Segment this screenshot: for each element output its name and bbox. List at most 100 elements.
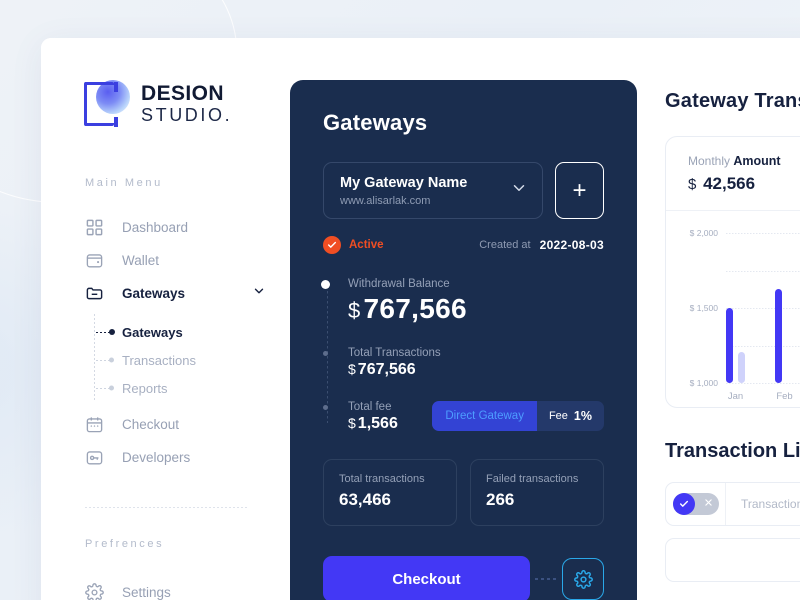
fee-display: Fee 1% <box>536 401 604 431</box>
stat-label: Total fee <box>348 401 392 413</box>
bar-chart: $ 0$ 500$ 1,000$ 1,500$ 2,000 JanFeb <box>666 211 800 407</box>
transaction-toggle-cell <box>666 483 726 525</box>
chart-bar <box>726 308 733 383</box>
chart-bars <box>726 233 782 383</box>
chevron-down-icon[interactable] <box>252 284 266 303</box>
sidebar-item-label: Dashboard <box>122 220 189 235</box>
chart-bar-group <box>775 233 782 383</box>
sidebar-item-label: Developers <box>122 450 191 465</box>
sidebar-item-label: Checkout <box>122 417 180 432</box>
calendar-icon <box>85 415 104 434</box>
sidebar-item-developers[interactable]: Developers <box>82 441 290 474</box>
gateway-stats: Withdrawal Balance $767,566 Total Transa… <box>321 278 604 433</box>
stat-number: 767,566 <box>363 293 467 324</box>
checkout-button[interactable]: Checkout <box>323 556 530 600</box>
stat-number: 1,566 <box>357 415 398 432</box>
transaction-id-label[interactable]: Transaction ID <box>726 497 800 511</box>
sidebar-subitem-label: Transactions <box>122 352 196 368</box>
chart-header-prefix: Monthly <box>688 154 731 168</box>
checkout-row: Checkout <box>323 556 604 600</box>
stat-total-transactions: Total Transactions $767,566 <box>323 347 604 379</box>
gateway-select[interactable]: My Gateway Name www.alisarlak.com <box>323 162 543 219</box>
fee-pill: Direct Gateway Fee 1% <box>432 401 604 431</box>
mini-stats-row: Total transactions 63,466 Failed transac… <box>323 459 604 526</box>
close-icon <box>704 498 713 510</box>
fee-label: Fee <box>548 410 568 422</box>
chart-y-tick: $ 1,500 <box>689 303 718 313</box>
currency-symbol: $ <box>348 298 361 323</box>
chart-header-strong: Amount <box>733 154 781 168</box>
chart-card: Monthly Amount $ 42,566 $ 0$ 500$ 1,000$… <box>665 136 800 408</box>
created-at-label: Created at <box>479 239 531 251</box>
chart-bar <box>738 351 745 383</box>
sidebar-item-wallet[interactable]: Wallet <box>82 244 290 277</box>
mini-card-failed-transactions: Failed transactions 266 <box>470 459 604 526</box>
mini-card-label: Total transactions <box>339 473 425 485</box>
direct-gateway-button[interactable]: Direct Gateway <box>432 401 537 431</box>
sidebar-item-label: Gateways <box>122 286 186 301</box>
stat-value: $767,566 <box>348 361 604 379</box>
chart-bar-group <box>726 233 745 383</box>
currency-symbol: $ <box>348 415 356 431</box>
dotted-connector <box>535 578 557 580</box>
chevron-down-icon[interactable] <box>510 179 528 202</box>
letter-d-logo-icon <box>82 80 130 128</box>
sidebar-divider <box>85 507 249 508</box>
chart-x-axis: Jan Feb <box>726 391 800 402</box>
preferences-label: Prefrences <box>85 538 165 550</box>
check-icon <box>672 493 695 515</box>
gateway-card-title: Gateways <box>323 110 428 135</box>
sidebar-subitem-label: Gateways <box>122 324 183 340</box>
brand-subtitle: STUDIO. <box>141 104 233 125</box>
chart-bar <box>775 289 782 383</box>
mini-card-total-transactions: Total transactions 63,466 <box>323 459 457 526</box>
sidebar-item-label: Settings <box>122 585 171 600</box>
gear-icon[interactable] <box>562 558 604 600</box>
gateway-status-row: Active Created at 2022-08-03 <box>323 236 604 254</box>
gateway-panel: Gateways My Gateway Name www.alisarlak.c… <box>290 38 637 600</box>
gateway-selector-row: My Gateway Name www.alisarlak.com + <box>323 162 604 219</box>
check-circle-icon <box>323 236 341 254</box>
wallet-icon <box>85 251 104 270</box>
chart-gridline: $ 0 <box>726 383 800 384</box>
currency-symbol: $ <box>348 361 356 377</box>
gateway-select-url: www.alisarlak.com <box>340 194 431 207</box>
sidebar-subitem-gateways[interactable]: Gateways <box>82 318 290 346</box>
created-at-value: 2022-08-03 <box>539 238 604 252</box>
app-window: DESION STUDIO. Main Menu Dashboard Walle… <box>41 38 800 600</box>
page-title: Gateway Transactions <box>665 90 800 112</box>
chart-header: Monthly Amount $ 42,566 <box>666 137 800 211</box>
chart-y-tick: $ 2,000 <box>689 228 718 238</box>
sidebar: DESION STUDIO. Main Menu Dashboard Walle… <box>41 38 290 600</box>
add-gateway-button[interactable]: + <box>555 162 604 219</box>
sidebar-submenu: Gateways Transactions Reports <box>82 310 290 408</box>
stat-number: 767,566 <box>357 361 416 378</box>
chart-header-amount: 42,566 <box>703 174 756 193</box>
gear-icon <box>85 583 104 600</box>
fee-value: 1% <box>573 409 592 423</box>
sidebar-subitem-reports[interactable]: Reports <box>82 374 290 402</box>
transaction-list-item[interactable] <box>665 538 800 582</box>
sidebar-subitem-label: Reports <box>122 380 168 396</box>
chart-x-tick: Jan <box>727 391 744 402</box>
status-toggle[interactable] <box>672 493 719 515</box>
brand-title: DESION <box>141 82 224 106</box>
sidebar-item-settings[interactable]: Settings <box>82 576 290 600</box>
sidebar-item-dashboard[interactable]: Dashboard <box>82 211 290 244</box>
key-icon <box>85 448 104 467</box>
transaction-list-title: Transaction List <box>665 440 800 462</box>
transactions-panel: Gateway Transactions Monthly Amount $ 42… <box>637 38 800 600</box>
folder-minus-icon <box>85 284 104 303</box>
chart-header-label: Monthly Amount <box>688 154 800 168</box>
main-menu-label: Main Menu <box>85 177 163 189</box>
stat-value: $767,566 <box>348 293 604 325</box>
stat-total-fee: Total fee $1,566 Direct Gateway Fee 1% <box>323 401 604 433</box>
sidebar-item-checkout[interactable]: Checkout <box>82 408 290 441</box>
chart-header-value: $ 42,566 <box>688 174 800 194</box>
mini-card-value: 63,466 <box>339 490 391 509</box>
brand-logo[interactable]: DESION STUDIO. <box>82 80 290 128</box>
sidebar-item-label: Wallet <box>122 253 160 268</box>
currency-symbol: $ <box>688 176 697 193</box>
sidebar-subitem-transactions[interactable]: Transactions <box>82 346 290 374</box>
sidebar-item-gateways[interactable]: Gateways <box>82 277 290 310</box>
